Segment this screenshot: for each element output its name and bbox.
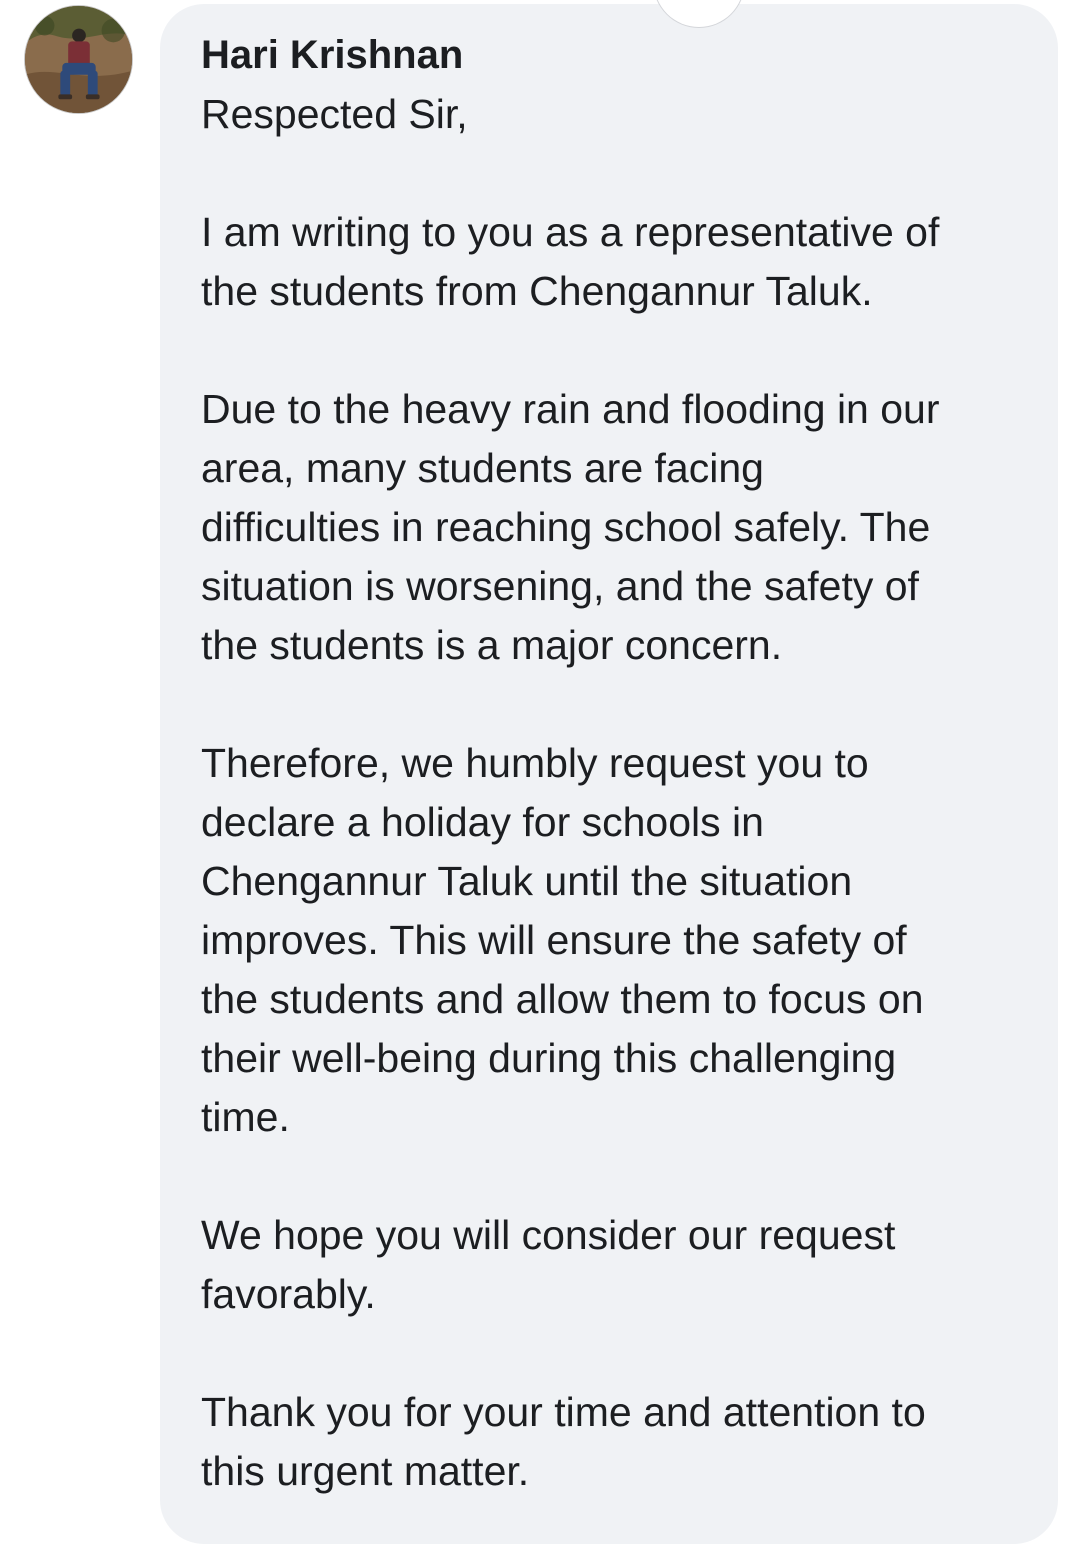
comment-body: Hari Krishnan Respected Sir, I am writin… [201,26,1031,1501]
comment-paragraph: Thank you for your time and attention to… [201,1389,926,1494]
avatar[interactable] [24,5,133,114]
comment-greeting: Respected Sir, [201,91,468,137]
comment-paragraph: We hope you will consider our request fa… [201,1212,896,1317]
scroll-indicator[interactable] [653,0,745,28]
comment-paragraph: Therefore, we humbly request you to decl… [201,740,924,1140]
comment-paragraph: Due to the heavy rain and flooding in ou… [201,386,940,668]
profile-photo-icon [25,6,132,113]
comment-paragraph: I am writing to you as a representative … [201,209,940,314]
comment-author[interactable]: Hari Krishnan [201,26,1031,85]
